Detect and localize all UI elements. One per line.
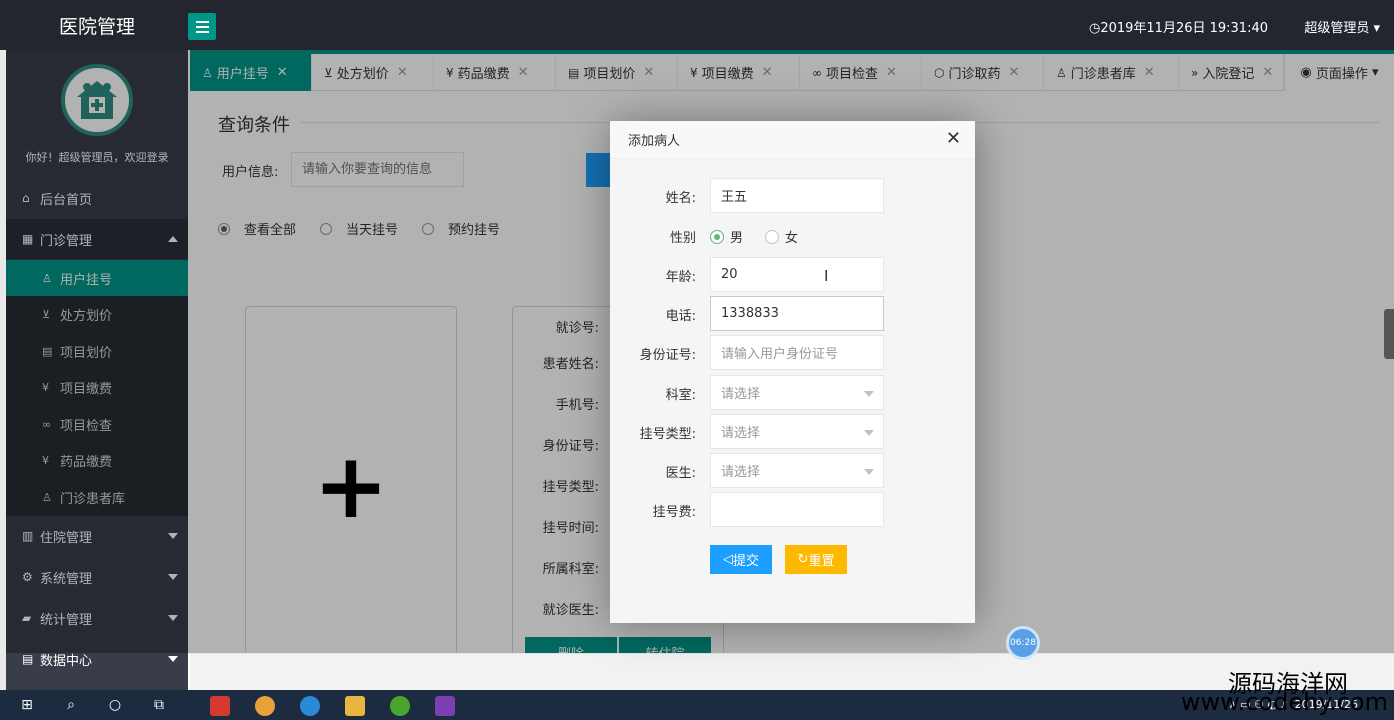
text-cursor-icon: I [824,267,829,285]
side-handle[interactable] [1384,309,1394,359]
fee-field[interactable] [710,492,884,527]
user-menu[interactable]: 超级管理员 ▾ [1304,17,1380,36]
folder-icon[interactable] [333,692,377,720]
chevron-down-icon [168,656,178,662]
doctor-select[interactable]: 请选择 [710,453,884,488]
gender-option: 女 [785,231,799,246]
name-field[interactable]: 王五 [710,178,884,213]
gender-radios: 男 女 [710,227,820,246]
windows-start-icon[interactable]: ⊞ [18,696,36,714]
doctor-label: 医生: [665,466,696,481]
menu-toggle-button[interactable] [188,13,216,40]
dept-select[interactable]: 请选择 [710,375,884,410]
gender-male-radio[interactable] [710,229,724,244]
reset-label: 重置 [808,554,835,569]
watermark-url: www.codehy.com [1180,688,1388,716]
submit-label: 提交 [732,554,759,569]
cortana-icon[interactable]: ○ [106,696,124,714]
chrome-icon[interactable] [243,692,287,720]
close-icon[interactable]: ✕ [946,130,961,148]
submit-button[interactable]: ◁ 提交 [710,545,772,574]
reset-button[interactable]: ↻ 重置 [785,545,847,574]
chevron-down-icon [864,430,874,436]
gender-label: 性别 [669,231,696,246]
select-value: 请选择 [721,426,761,441]
ie-icon[interactable] [288,692,332,720]
refresh-icon: ↻ [797,552,809,567]
chevron-down-icon [864,391,874,397]
idcard-field[interactable]: 请输入用户身份证号 [710,335,884,370]
dialog-header: 添加病人 ✕ [610,121,975,159]
top-bar: 医院管理 ◷2019年11月26日 19:31:40 超级管理员 ▾ [0,0,1394,50]
datetime-text: 2019年11月26日 19:31:40 [1100,21,1268,36]
intellij-icon[interactable] [423,692,467,720]
age-field[interactable]: 20 [710,257,884,292]
floating-timer[interactable]: 06:28 [1006,626,1040,660]
phone-label: 电话: [665,309,696,324]
dialog-title: 添加病人 [628,134,681,149]
clock: ◷2019年11月26日 19:31:40 [1089,17,1268,36]
content-footer [190,653,1394,690]
add-patient-dialog: 添加病人 ✕ 姓名: 王五 性别 男 女 年龄: 20 I 电话: 133883… [610,121,975,623]
app-icon-youdao[interactable] [198,692,242,720]
send-icon: ◁ [722,552,733,567]
age-label: 年龄: [665,270,696,285]
gender-female-radio[interactable] [765,229,780,244]
reg-type-label: 挂号类型: [639,427,696,442]
select-value: 请选择 [721,387,761,402]
fee-label: 挂号费: [652,505,696,520]
search-icon[interactable]: ⌕ [62,696,80,714]
dept-label: 科室: [665,388,696,403]
phone-field[interactable]: 1338833 [710,296,884,331]
app-icon-green[interactable] [378,692,422,720]
idcard-label: 身份证号: [639,348,696,363]
reg-type-select[interactable]: 请选择 [710,414,884,449]
app-title: 医院管理 [58,15,135,38]
chevron-down-icon: ▾ [1373,21,1380,36]
name-label: 姓名: [665,191,696,206]
clock-icon: ◷ [1088,21,1101,36]
user-name: 超级管理员 [1304,21,1370,36]
select-value: 请选择 [721,465,761,480]
database-icon: ▤ [22,652,34,666]
chevron-down-icon [864,469,874,475]
gender-option: 男 [730,231,744,246]
task-view-icon[interactable]: ⧉ [150,696,168,714]
